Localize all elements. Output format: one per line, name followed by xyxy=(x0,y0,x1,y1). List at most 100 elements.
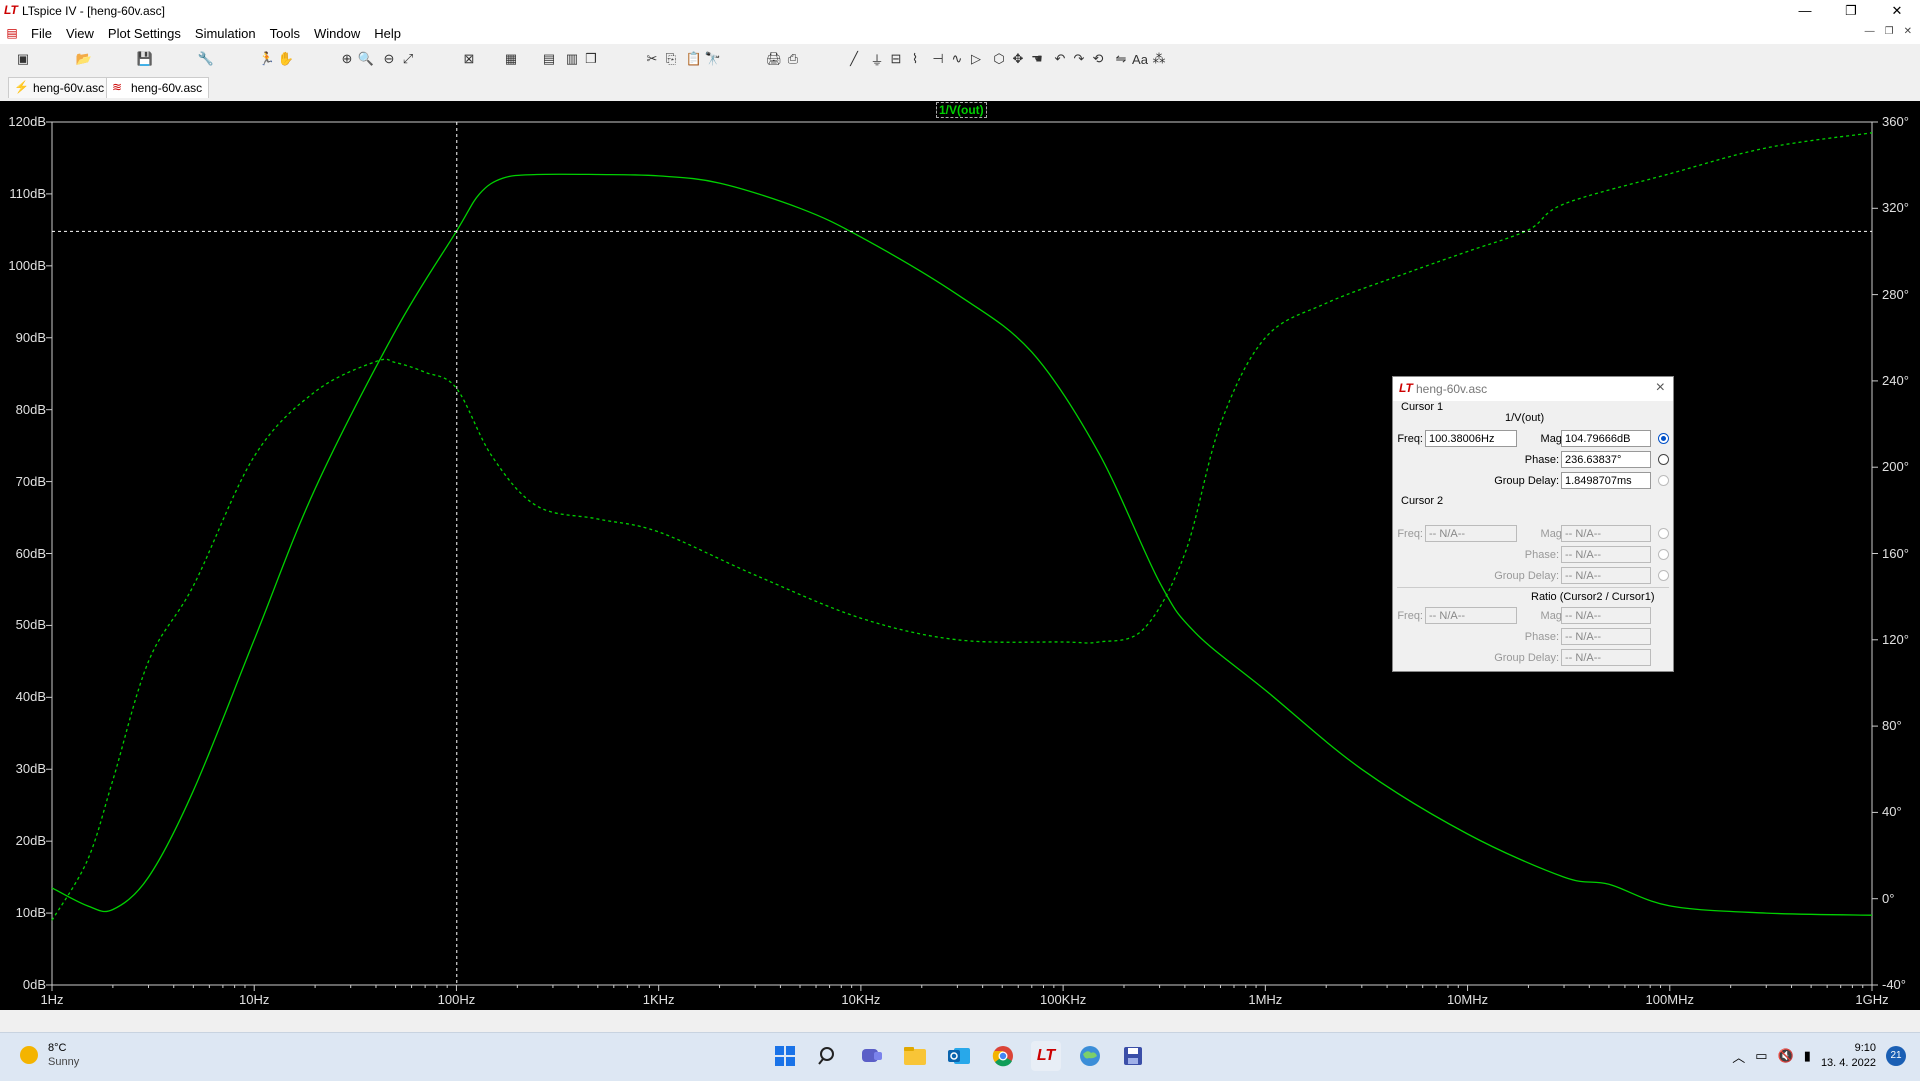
cursor1-mag-field[interactable]: 104.79666dB xyxy=(1561,430,1651,447)
save-icon[interactable]: 💾 xyxy=(136,50,154,68)
print-preview-icon[interactable]: 🖨 xyxy=(765,50,783,68)
redo-icon[interactable]: ↷ xyxy=(1070,50,1088,68)
cursor1-freq-label: Freq: xyxy=(1397,433,1423,445)
cut-icon[interactable]: ✂ xyxy=(643,50,661,68)
file-explorer-icon[interactable] xyxy=(900,1041,930,1071)
ratio-mag-field[interactable]: -- N/A-- xyxy=(1561,607,1651,624)
y-tick-label-left: 120dB xyxy=(8,114,46,129)
y-tick-label-left: 20dB xyxy=(15,833,46,849)
resistor-icon[interactable]: ⌇ xyxy=(906,50,924,68)
halt-icon[interactable]: ✋ xyxy=(277,50,295,68)
trace-label[interactable]: 1/V(out) xyxy=(936,102,987,118)
notification-badge[interactable]: 21 xyxy=(1886,1046,1906,1066)
copy-icon[interactable]: ⎘ xyxy=(662,50,680,68)
inductor-icon[interactable]: ∿ xyxy=(948,50,966,68)
tile-vertical-icon[interactable]: ▥ xyxy=(563,50,581,68)
menu-plot-settings[interactable]: Plot Settings xyxy=(101,26,188,41)
cascade-icon[interactable]: ❒ xyxy=(582,50,600,68)
clock[interactable]: 9:10 13. 4. 2022 xyxy=(1821,1041,1876,1071)
cursor1-trace-name: 1/V(out) xyxy=(1505,412,1545,424)
tab-waveform[interactable]: ≋ heng-60v.asc xyxy=(106,77,210,98)
close-button[interactable]: ✕ xyxy=(1874,0,1920,22)
cursor-dialog-titlebar[interactable]: LT heng-60v.asc × xyxy=(1393,377,1673,401)
zoom-area-icon[interactable]: 🔍 xyxy=(357,50,375,68)
cursor2-phase-field[interactable]: -- N/A-- xyxy=(1561,546,1651,563)
tile-horizontal-icon[interactable]: ▤ xyxy=(540,50,558,68)
chrome-icon[interactable] xyxy=(988,1041,1018,1071)
display-icon[interactable]: ▭ xyxy=(1755,1048,1767,1064)
schematic-icon: ⚡ xyxy=(14,80,29,94)
toggle-grid-icon[interactable]: ▦ xyxy=(502,50,520,68)
maximize-button[interactable]: ❐ xyxy=(1828,0,1874,22)
cursor2-mag-field[interactable]: -- N/A-- xyxy=(1561,525,1651,542)
search-icon[interactable] xyxy=(813,1041,843,1071)
find-icon[interactable]: 🔭 xyxy=(704,50,722,68)
autorange-icon[interactable]: ⊠ xyxy=(460,50,478,68)
wire-icon[interactable]: ╱ xyxy=(845,50,863,68)
open-icon[interactable]: 📂 xyxy=(75,50,93,68)
text-icon[interactable]: Aa xyxy=(1131,50,1149,68)
mdi-close-button[interactable]: ✕ xyxy=(1904,26,1912,37)
rotate-icon[interactable]: ⟲ xyxy=(1089,50,1107,68)
divider xyxy=(1397,587,1669,588)
cursor2-phase-radio[interactable] xyxy=(1658,549,1669,560)
cursor2-mag-radio[interactable] xyxy=(1658,528,1669,539)
paste-icon[interactable]: 📋 xyxy=(685,50,703,68)
control-panel-icon[interactable]: 🔧 xyxy=(197,50,215,68)
chevron-up-icon[interactable]: ︿ xyxy=(1732,1047,1745,1066)
battery-icon[interactable]: ▮ xyxy=(1804,1048,1811,1064)
zoom-out-icon[interactable]: ⊖ xyxy=(380,50,398,68)
ltspice-icon[interactable]: LT xyxy=(1031,1041,1061,1071)
zoom-fit-icon[interactable]: ⤢ xyxy=(399,50,417,68)
mdi-restore-button[interactable]: ❐ xyxy=(1885,26,1894,37)
cursor2-freq-field[interactable]: -- N/A-- xyxy=(1425,525,1517,542)
cursor1-group-delay-field[interactable]: 1.8498707ms xyxy=(1561,472,1651,489)
weather-app-icon[interactable] xyxy=(1075,1041,1105,1071)
spice-directive-icon[interactable]: ⁂ xyxy=(1150,50,1168,68)
capacitor-icon[interactable]: ⊣ xyxy=(929,50,947,68)
move-icon[interactable]: ✥ xyxy=(1009,50,1027,68)
ratio-group-delay-field[interactable]: -- N/A-- xyxy=(1561,649,1651,666)
chat-icon[interactable] xyxy=(857,1041,887,1071)
cursor1-phase-field[interactable]: 236.63837° xyxy=(1561,451,1651,468)
mirror-icon[interactable]: ⇋ xyxy=(1112,50,1130,68)
undo-icon[interactable]: ↶ xyxy=(1051,50,1069,68)
ratio-phase-field[interactable]: -- N/A-- xyxy=(1561,628,1651,645)
mdi-minimize-button[interactable]: — xyxy=(1865,26,1875,37)
diode-icon[interactable]: ▷ xyxy=(967,50,985,68)
zoom-in-icon[interactable]: ⊕ xyxy=(338,50,356,68)
save-app-icon[interactable] xyxy=(1118,1041,1148,1071)
menu-help[interactable]: Help xyxy=(367,26,408,41)
menu-window[interactable]: Window xyxy=(307,26,367,41)
cursor1-freq-field[interactable]: 100.38006Hz xyxy=(1425,430,1517,447)
ratio-group-delay-label: Group Delay: xyxy=(1494,652,1559,664)
cursor2-group-delay-field[interactable]: -- N/A-- xyxy=(1561,567,1651,584)
cursor2-group-delay-radio[interactable] xyxy=(1658,570,1669,581)
outlook-icon[interactable] xyxy=(944,1041,974,1071)
minimize-button[interactable]: — xyxy=(1782,0,1828,22)
tab-schematic[interactable]: ⚡ heng-60v.asc xyxy=(8,77,112,98)
close-icon[interactable]: × xyxy=(1656,379,1665,397)
cursor1-mag-radio[interactable] xyxy=(1658,433,1669,444)
speaker-muted-icon[interactable]: 🔇 xyxy=(1778,1048,1794,1064)
cursor1-phase-radio[interactable] xyxy=(1658,454,1669,465)
weather-condition: Sunny xyxy=(48,1056,80,1068)
run-icon[interactable]: 🏃 xyxy=(258,50,276,68)
weather-widget[interactable]: 8°C Sunny xyxy=(20,1041,79,1069)
system-tray: ︿ ▭ 🔇 ▮ 9:10 13. 4. 2022 21 xyxy=(1732,1041,1906,1071)
menu-view[interactable]: View xyxy=(59,26,101,41)
y-tick-label-left: 10dB xyxy=(15,905,46,921)
component-icon[interactable]: ⬡ xyxy=(990,50,1008,68)
menu-file[interactable]: File xyxy=(24,26,59,41)
drag-icon[interactable]: ☚ xyxy=(1028,50,1046,68)
new-schematic-icon[interactable]: ▣ xyxy=(14,50,32,68)
start-icon[interactable] xyxy=(770,1041,800,1071)
label-net-icon[interactable]: ⊟ xyxy=(887,50,905,68)
cursor1-group-delay-radio[interactable] xyxy=(1658,475,1669,486)
document-icon[interactable]: ▤ xyxy=(0,26,24,40)
ratio-freq-field[interactable]: -- N/A-- xyxy=(1425,607,1517,624)
ground-icon[interactable]: ⏚ xyxy=(868,50,886,68)
menu-tools[interactable]: Tools xyxy=(263,26,307,41)
print-icon[interactable]: ⎙ xyxy=(784,50,802,68)
menu-simulation[interactable]: Simulation xyxy=(188,26,263,41)
